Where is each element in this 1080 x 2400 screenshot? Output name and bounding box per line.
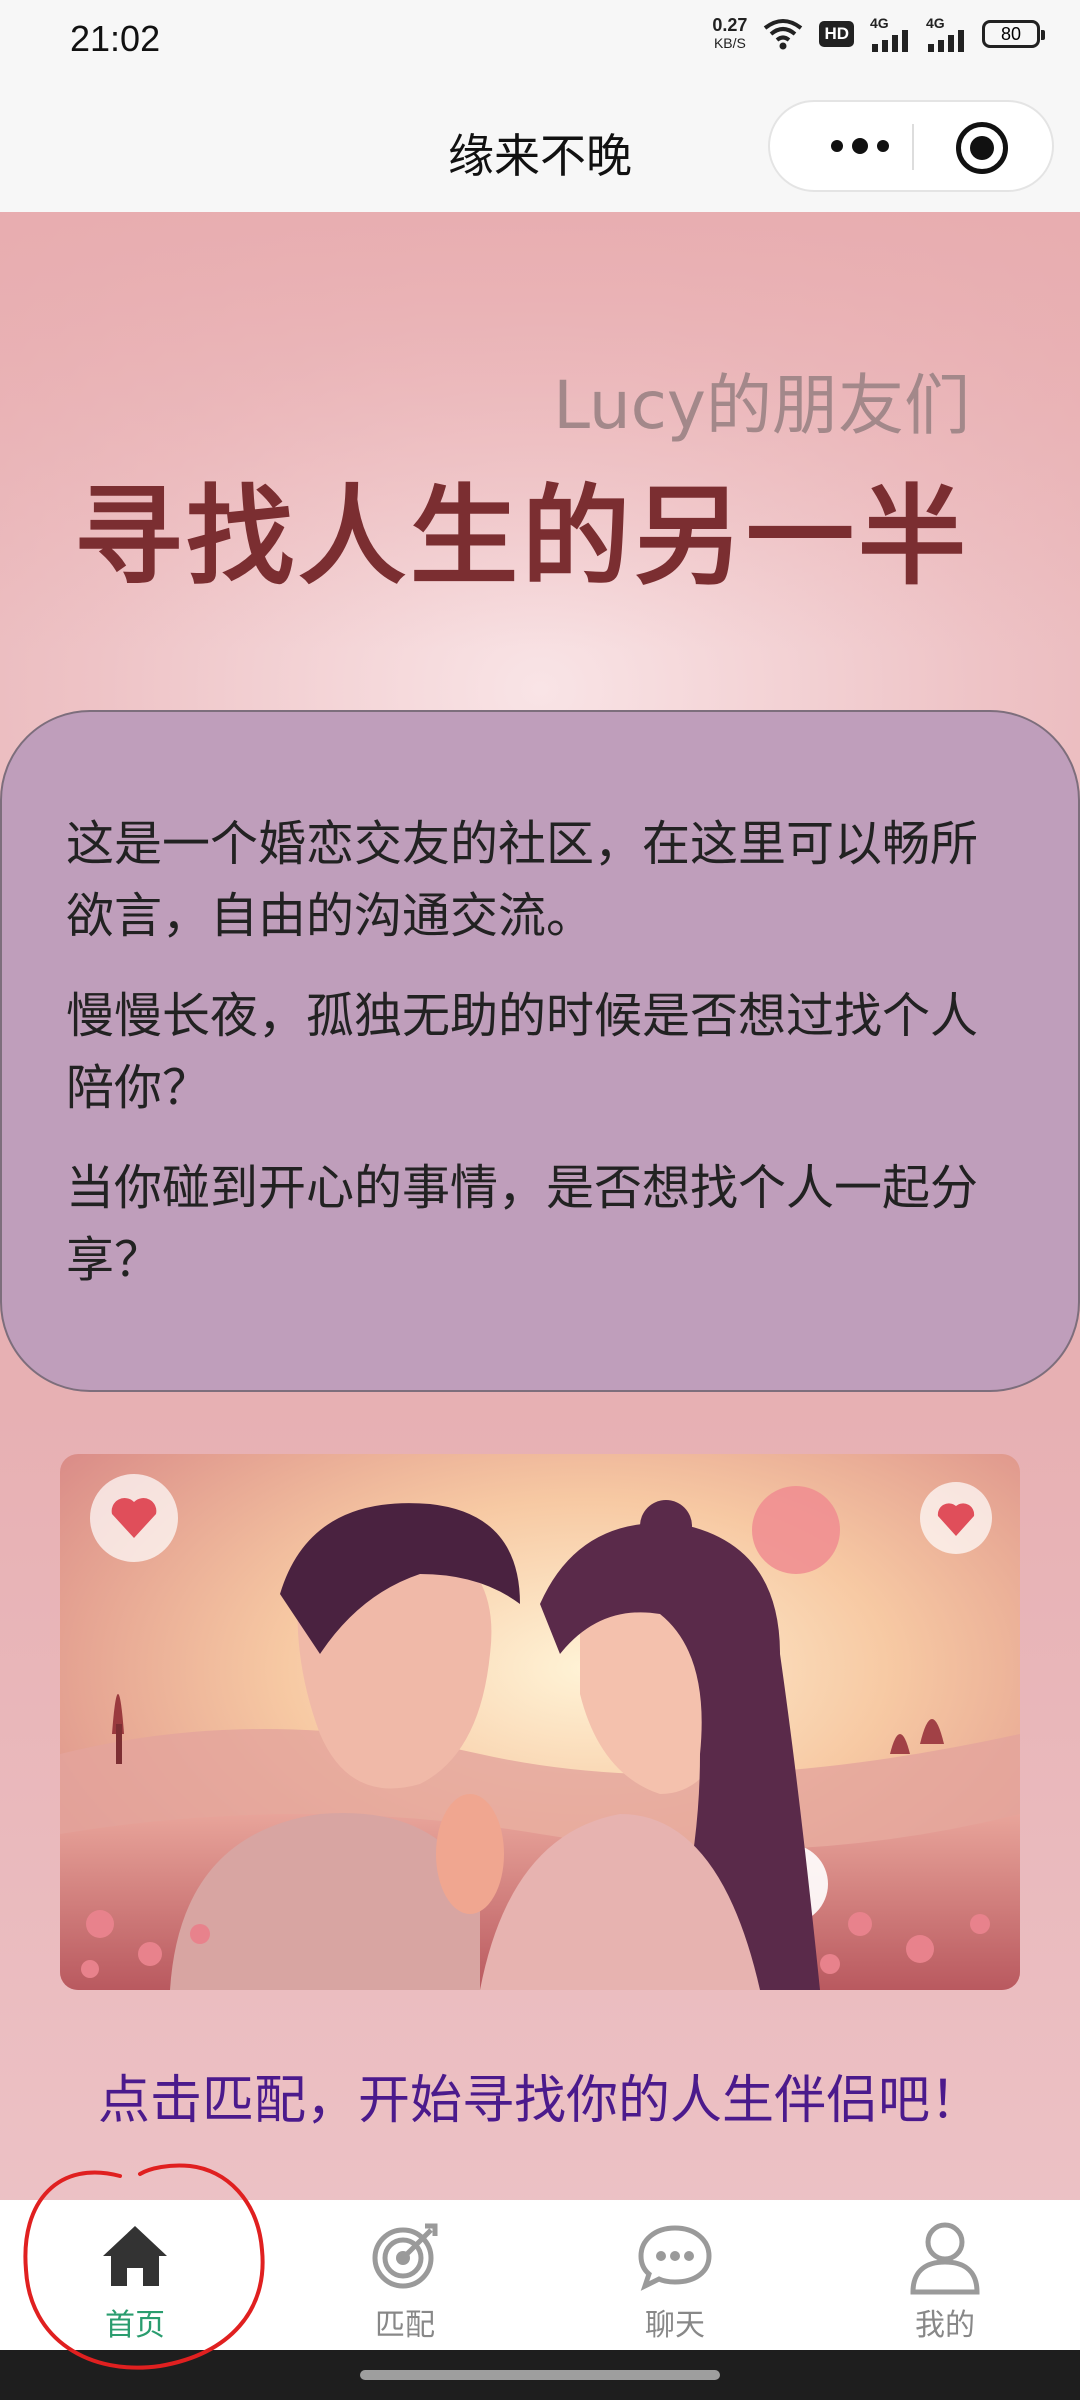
subtitle: Lucy的朋友们 xyxy=(553,367,970,444)
nav-bar: 缘来不晚 xyxy=(0,82,1080,212)
home-icon xyxy=(103,2226,167,2286)
headline: 寻找人生的另一半 xyxy=(73,475,970,600)
user-icon xyxy=(910,2222,980,2295)
hd-badge: HD xyxy=(819,21,854,47)
tab-chat[interactable]: 聊天 xyxy=(540,2200,810,2350)
more-icon[interactable] xyxy=(810,102,910,190)
couple-illustration xyxy=(60,1454,1020,1990)
chat-icon xyxy=(638,2225,712,2291)
main-content: Lucy的朋友们 寻找人生的另一半 这是一个婚恋交友的社区，在这里可以畅所欲言，… xyxy=(0,212,1080,2200)
signal-icon xyxy=(928,30,964,52)
tab-match[interactable]: 匹配 xyxy=(270,2200,540,2350)
status-icons: 0.27 KB/S HD 4G 4G 80 xyxy=(712,15,1045,52)
signal-sim1: 4G xyxy=(870,16,910,52)
wifi-icon xyxy=(764,19,803,50)
close-miniprogram-icon[interactable] xyxy=(956,122,1008,174)
home-indicator[interactable] xyxy=(360,2370,720,2380)
tab-profile[interactable]: 我的 xyxy=(810,2200,1080,2350)
tab-label: 我的 xyxy=(915,2308,975,2343)
tab-label: 匹配 xyxy=(375,2308,435,2343)
intro-paragraph: 这是一个婚恋交友的社区，在这里可以畅所欲言，自由的沟通交流。 xyxy=(66,816,979,944)
intro-paragraph: 当你碰到开心的事情，是否想找个人一起分享？ xyxy=(66,1160,979,1288)
match-cta-text[interactable]: 点击匹配，开始寻找你的人生伴侣吧！ xyxy=(0,2058,1080,2133)
signal-sim2: 4G xyxy=(926,16,966,52)
tab-home[interactable]: 首页 xyxy=(0,2200,270,2350)
intro-card: 这是一个婚恋交友的社区，在这里可以畅所欲言，自由的沟通交流。 慢慢长夜，孤独无助… xyxy=(0,710,1080,1392)
system-nav-area xyxy=(0,2350,1080,2400)
network-speed: 0.27 KB/S xyxy=(712,15,748,51)
target-icon xyxy=(372,2223,438,2289)
intro-paragraph: 慢慢长夜，孤独无助的时候是否想过找个人陪你？ xyxy=(66,988,979,1116)
battery-icon: 80 xyxy=(982,20,1045,48)
status-bar: 21:02 0.27 KB/S HD 4G 4G 80 xyxy=(0,0,1080,82)
tab-label: 首页 xyxy=(105,2308,165,2343)
miniprogram-capsule xyxy=(768,100,1054,192)
signal-icon xyxy=(872,30,908,52)
tab-bar: 首页 匹配 聊天 我的 xyxy=(0,2200,1080,2350)
capsule-divider xyxy=(912,124,914,170)
status-time: 21:02 xyxy=(70,18,161,59)
tab-label: 聊天 xyxy=(645,2308,705,2343)
